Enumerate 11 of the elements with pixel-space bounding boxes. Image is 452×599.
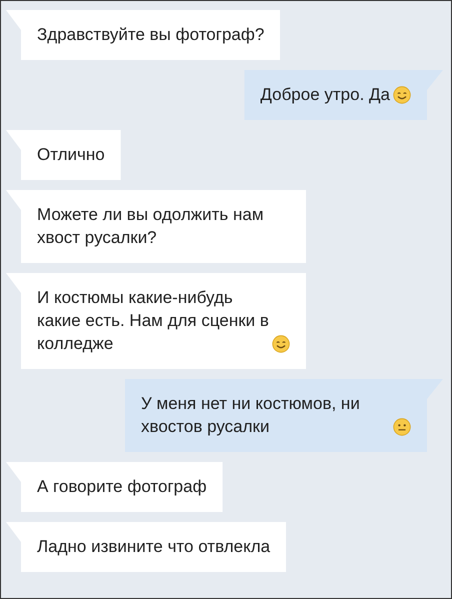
neutral-face-icon: [393, 418, 411, 436]
message-text: Доброе утро. Да: [260, 84, 390, 106]
message-text: Здравствуйте вы фотограф?: [37, 24, 264, 46]
message-text: Отлично: [37, 144, 105, 166]
message-text: И костюмы какие-нибудь какие есть. Нам для сценки в колледже: [37, 287, 269, 355]
message-text: Можете ли вы одолжить нам хвост русалки?: [37, 204, 265, 249]
smiling-face-icon: [393, 86, 411, 104]
message-text: Ладно извините что отвлекла: [37, 536, 270, 558]
message-text: У меня нет ни костюмов, ни хвостов русалки: [141, 393, 361, 438]
smiling-face-icon: [272, 335, 290, 353]
message-text: А говорите фотограф: [37, 476, 207, 498]
